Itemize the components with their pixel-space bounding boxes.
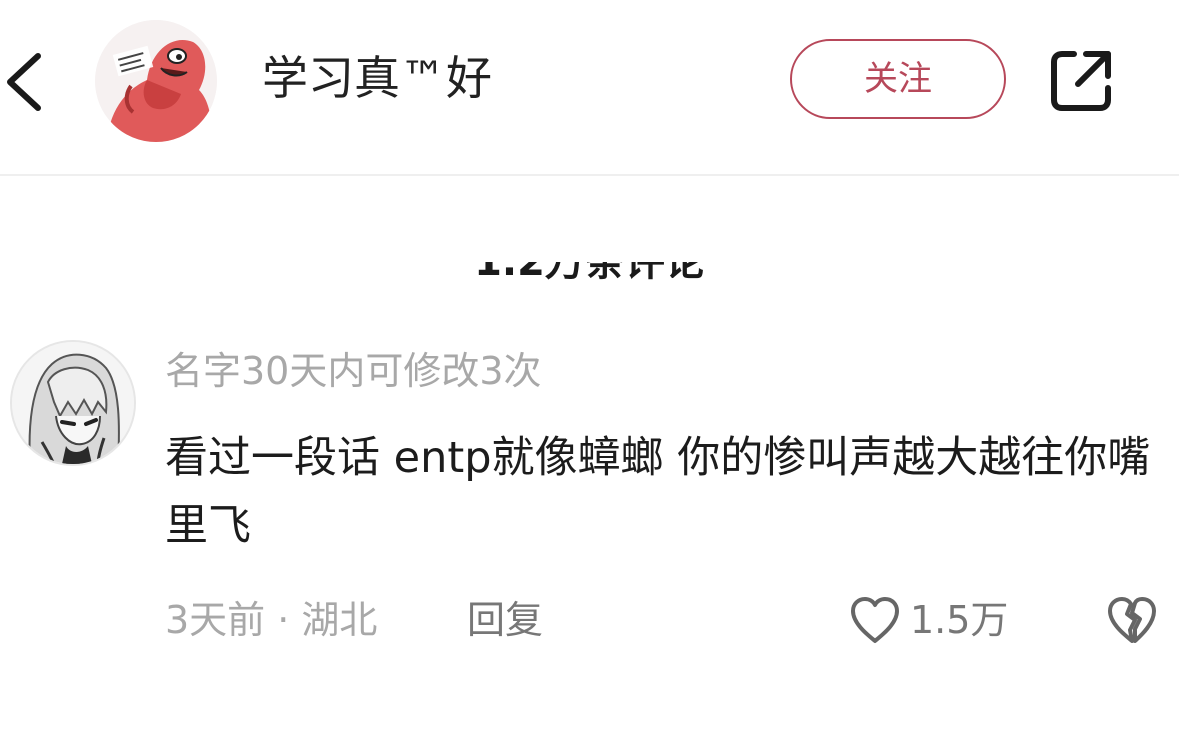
comment-count: 1.2万条评论 bbox=[474, 262, 705, 285]
comment-meta: 3天前 · 湖北 bbox=[165, 598, 378, 642]
like-count: 1.5万 bbox=[910, 598, 1009, 642]
commenter-name[interactable]: 名字30天内可修改3次 bbox=[165, 346, 542, 396]
comment-page: 学习真™好 关注 1.2万条评论 名字30天内可修改3次 看过一段话 entp就… bbox=[0, 0, 1179, 729]
share-out-icon bbox=[1051, 51, 1111, 111]
author-name[interactable]: 学习真™好 bbox=[262, 50, 492, 106]
back-button[interactable] bbox=[0, 40, 60, 120]
avatar-image bbox=[12, 342, 134, 464]
dislike-button[interactable] bbox=[1106, 594, 1158, 646]
follow-button[interactable]: 关注 bbox=[790, 39, 1006, 119]
avatar-image bbox=[95, 20, 217, 142]
author-avatar[interactable] bbox=[95, 20, 217, 142]
chevron-left-icon bbox=[7, 53, 41, 111]
comment-count-area: 1.2万条评论 bbox=[0, 262, 1179, 286]
heart-outline-icon bbox=[851, 597, 899, 643]
share-button[interactable] bbox=[1046, 46, 1116, 116]
like-button[interactable]: 1.5万 bbox=[848, 592, 1008, 648]
broken-heart-icon bbox=[1108, 597, 1156, 643]
post-header: 学习真™好 关注 bbox=[0, 0, 1179, 176]
commenter-avatar[interactable] bbox=[10, 340, 136, 466]
comment-text: 看过一段话 entp就像蟑螂 你的惨叫声越大越往你嘴里飞 bbox=[165, 433, 1151, 551]
reply-button[interactable]: 回复 bbox=[467, 594, 543, 646]
